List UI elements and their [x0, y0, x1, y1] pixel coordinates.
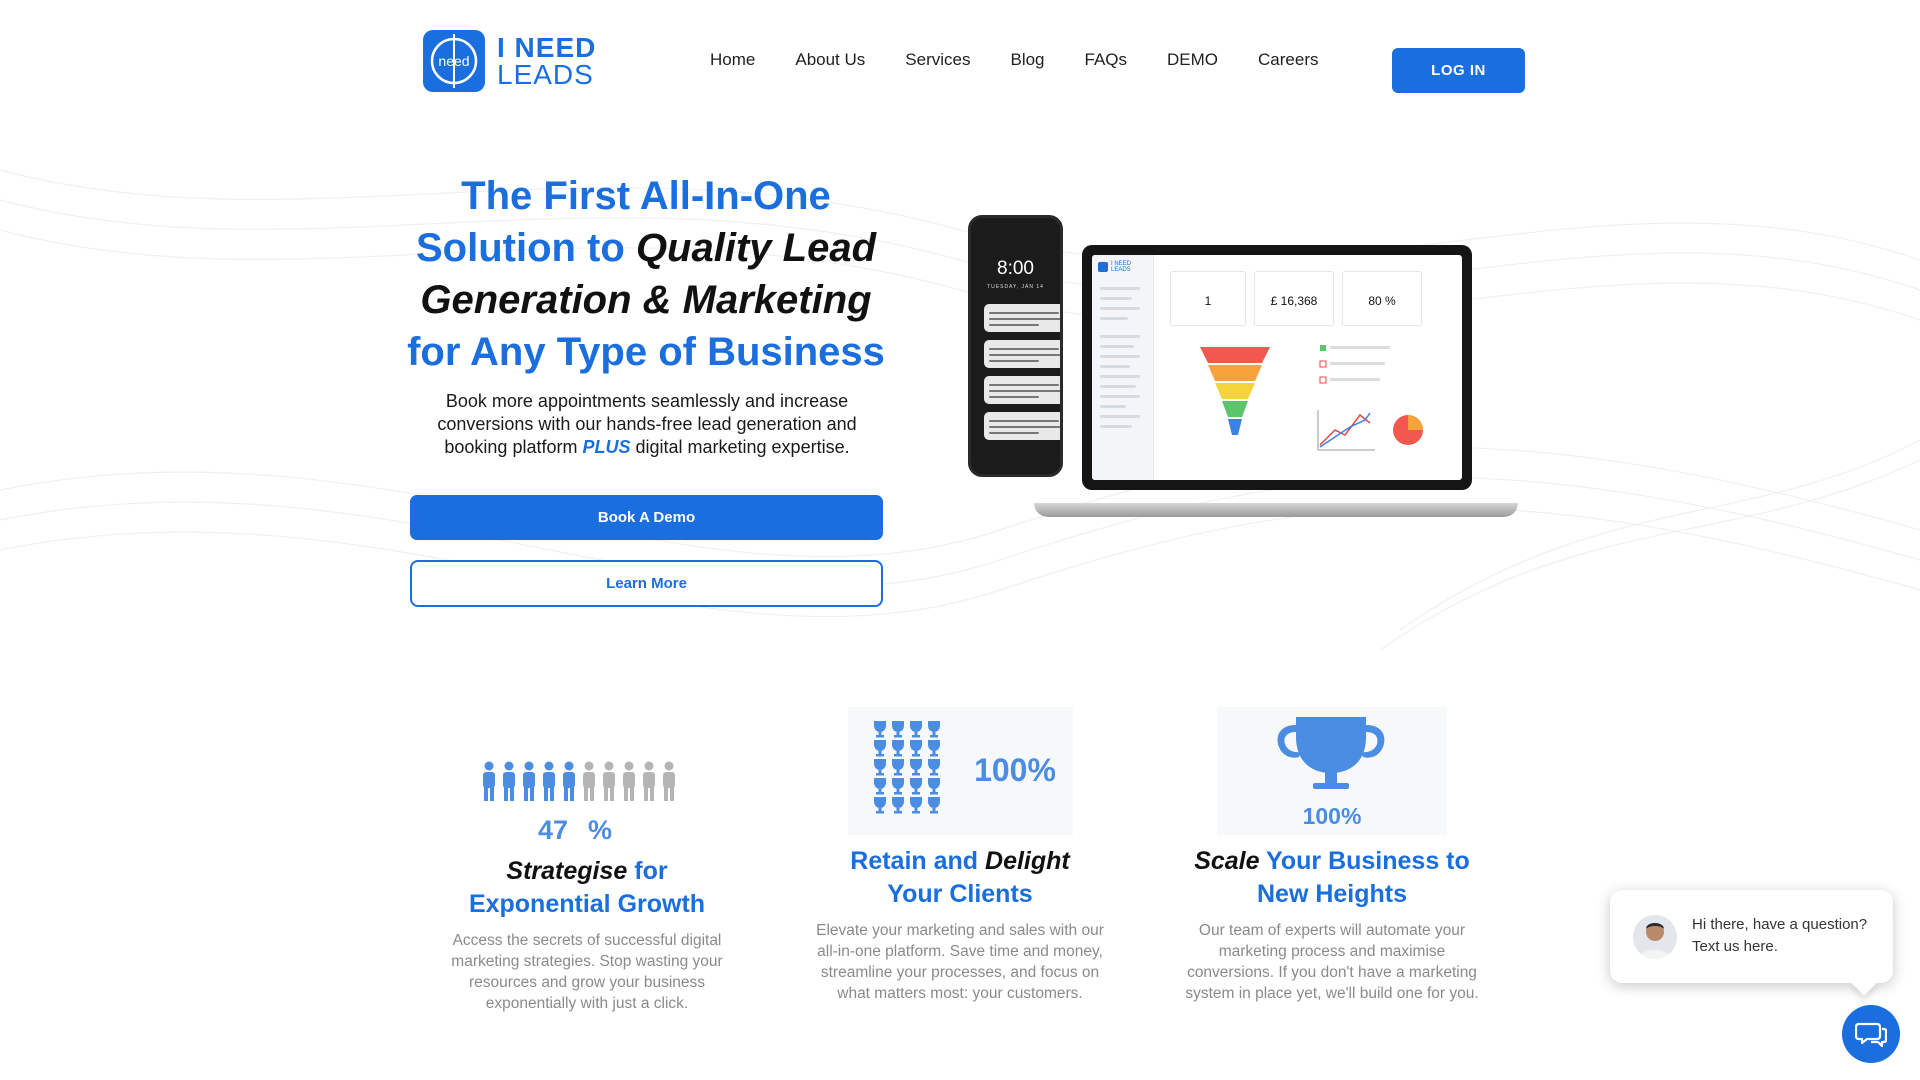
- trophy-grid-stat: 100%: [974, 752, 1056, 788]
- card-value: 80 %: [1368, 294, 1396, 308]
- people-stat-icon: 47 %: [483, 761, 675, 845]
- login-button[interactable]: LOG IN: [1392, 48, 1525, 93]
- dashboard-card-conversion: 80 %: [1342, 271, 1422, 326]
- chat-launcher-button[interactable]: [1842, 1005, 1900, 1063]
- brand-logo[interactable]: need I NEED LEADS: [423, 30, 596, 92]
- hero-subtitle-part2: digital marketing expertise.: [630, 437, 850, 457]
- feature-title-strategise: Strategise for Exponential Growth: [440, 855, 734, 921]
- chat-agent-avatar: [1633, 915, 1677, 959]
- nav-item-home[interactable]: Home: [710, 50, 755, 70]
- trophy-icon: 100%: [1217, 707, 1447, 835]
- laptop-screen: I NEED LEADS 1 £ 16,368 80 %: [1082, 245, 1472, 490]
- device-mockup: I NEED LEADS 1 £ 16,368 80 % 8:00 TUESDA…: [960, 215, 1520, 525]
- chat-bubbles-icon: [1855, 1022, 1887, 1048]
- dashboard-preview: I NEED LEADS 1 £ 16,368 80 %: [1092, 255, 1462, 480]
- feature-body-strategise: Access the secrets of successful digital…: [451, 932, 723, 1012]
- dashboard-logo-text: I NEED LEADS: [1111, 261, 1132, 273]
- dashboard-logo-icon: [1098, 262, 1108, 272]
- trophy-grid-icon: 100%: [848, 707, 1073, 835]
- dashboard-sidebar: I NEED LEADS: [1092, 255, 1154, 480]
- hero-title: The First All-In-One Solution to Quality…: [395, 170, 897, 378]
- nav-item-about-us[interactable]: About Us: [795, 50, 865, 70]
- feature-title-emphasis: Scale: [1194, 847, 1260, 875]
- phone-notification: [984, 412, 1060, 440]
- feature-title-scale: Scale Your Business to New Heights: [1182, 845, 1482, 911]
- feature-title-rest: Retain and: [850, 847, 986, 875]
- phone-notification: [984, 340, 1060, 368]
- phone-date: TUESDAY, JAN 14: [987, 284, 1044, 290]
- feature-title-emphasis: Delight: [985, 847, 1070, 875]
- nav-item-careers[interactable]: Careers: [1258, 50, 1318, 70]
- learn-more-button[interactable]: Learn More: [410, 560, 883, 607]
- nav-item-faqs[interactable]: FAQs: [1085, 50, 1128, 70]
- chat-greeting-bubble[interactable]: Hi there, have a question? Text us here.: [1610, 890, 1893, 983]
- hero-title-part2: for Any Type of Business: [407, 330, 885, 374]
- card-value: 1: [1204, 294, 1212, 308]
- dashboard-card-opportunities: 1: [1170, 271, 1246, 326]
- hero-subtitle-plus: PLUS: [582, 437, 631, 457]
- laptop-base: [1034, 503, 1518, 517]
- people-stat-value: 47: [538, 815, 568, 845]
- phone-notification: [984, 304, 1060, 332]
- main-nav: Home About Us Services Blog FAQs DEMO Ca…: [710, 50, 1319, 70]
- feature-title-rest: Your Clients: [887, 880, 1033, 908]
- trophy-stat: 100%: [1303, 803, 1362, 829]
- phone-time: 8:00: [997, 258, 1034, 279]
- book-demo-button[interactable]: Book A Demo: [410, 495, 883, 540]
- hero-subtitle: Book more appointments seamlessly and in…: [412, 390, 882, 459]
- nav-item-demo[interactable]: DEMO: [1167, 50, 1218, 70]
- feature-body-retain: Elevate your marketing and sales with ou…: [816, 922, 1104, 1002]
- logo-text-line1: I NEED: [497, 32, 597, 63]
- svg-text:need: need: [438, 53, 469, 69]
- logo-mark-icon: need: [423, 30, 485, 92]
- dashboard-charts: [1200, 345, 1423, 451]
- feature-title-rest: Your Business to New Heights: [1256, 847, 1470, 908]
- page: need I NEED LEADS Home About Us Services…: [0, 0, 1920, 1080]
- phone-notification: [984, 376, 1060, 404]
- feature-title-retain: Retain and Delight Your Clients: [812, 845, 1108, 911]
- feature-title-emphasis: Strategise: [506, 857, 628, 885]
- phone-mockup: 8:00 TUESDAY, JAN 14: [968, 215, 1063, 477]
- feature-body-scale: Our team of experts will automate your m…: [1185, 922, 1479, 1002]
- people-stat-unit: %: [588, 815, 612, 845]
- chat-greeting-text: Hi there, have a question? Text us here.: [1692, 916, 1868, 955]
- logo-text-line2: LEADS: [497, 59, 594, 90]
- dashboard-card-revenue: £ 16,368: [1254, 271, 1334, 326]
- card-value: £ 16,368: [1270, 294, 1318, 308]
- nav-item-services[interactable]: Services: [905, 50, 970, 70]
- nav-item-blog[interactable]: Blog: [1010, 50, 1044, 70]
